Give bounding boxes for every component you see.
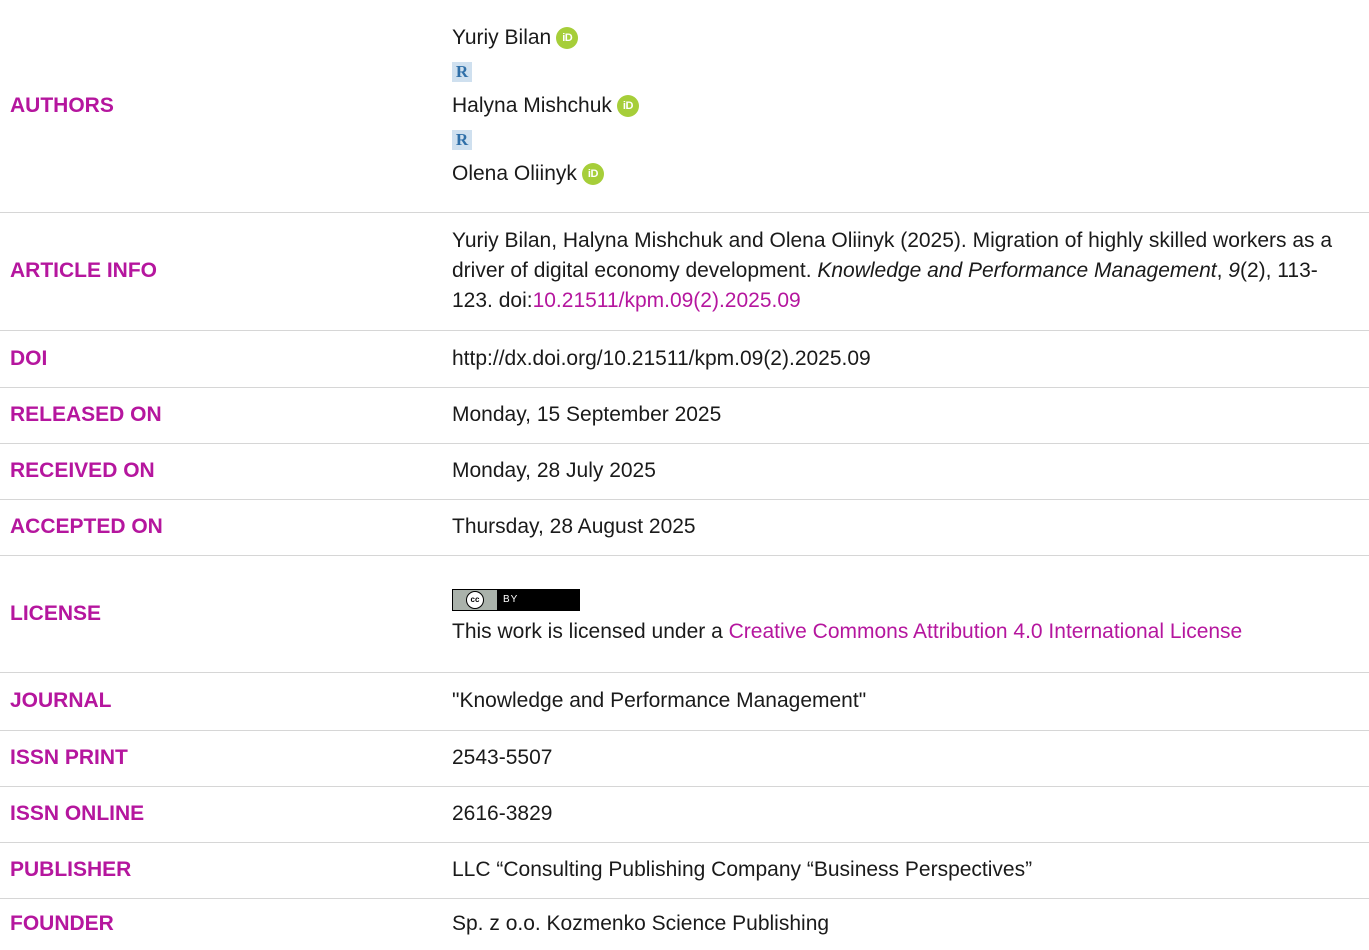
released-label: RELEASED ON — [0, 387, 441, 444]
founder-value: Sp. z o.o. Kozmenko Science Publishing — [452, 912, 830, 936]
cc-badge-left: cc — [453, 589, 497, 610]
received-row: RECEIVED ON Monday, 28 July 2025 — [0, 443, 1369, 500]
released-value: Monday, 15 September 2025 — [441, 387, 1369, 444]
author-name[interactable]: Halyna Mishchuk — [452, 91, 612, 121]
author-researchgate: R — [452, 123, 1339, 157]
license-text-prefix: This work is licensed under a — [452, 619, 729, 643]
author-item: Yuriy Bilan iD — [452, 21, 1339, 55]
article-citation: Yuriy Bilan, Halyna Mishchuk and Olena O… — [441, 212, 1369, 331]
issn-online-row: ISSN ONLINE 2616-3829 — [0, 786, 1369, 843]
citation-journal: Knowledge and Performance Management — [817, 259, 1217, 282]
issn-online-label: ISSN ONLINE — [0, 786, 441, 843]
journal-row: JOURNAL "Knowledge and Performance Manag… — [0, 672, 1369, 731]
license-link[interactable]: Creative Commons Attribution 4.0 Interna… — [729, 620, 1243, 643]
authors-list: Yuriy Bilan iD R Halyna Mishchuk iD R Ol… — [441, 0, 1369, 213]
license-row: LICENSE cc BY This work is licensed unde… — [0, 555, 1369, 673]
doi-label: DOI — [0, 330, 441, 388]
issn-online-value: 2616-3829 — [441, 786, 1369, 843]
authors-label: AUTHORS — [0, 0, 441, 213]
article-info-row: ARTICLE INFO Yuriy Bilan, Halyna Mishchu… — [0, 212, 1369, 331]
received-value: Monday, 28 July 2025 — [441, 443, 1369, 500]
publisher-label: PUBLISHER — [0, 842, 441, 899]
article-info-table: AUTHORS Yuriy Bilan iD R Halyna Mishchuk… — [0, 0, 1369, 950]
cc-badge-right: BY — [503, 593, 519, 605]
publisher-row: PUBLISHER LLC “Consulting Publishing Com… — [0, 842, 1369, 899]
license-value: cc BY This work is licensed under a Crea… — [441, 555, 1369, 673]
citation-doi-link[interactable]: 10.21511/kpm.09(2).2025.09 — [533, 289, 801, 312]
journal-label: JOURNAL — [0, 672, 441, 731]
orcid-icon[interactable]: iD — [556, 26, 579, 49]
author-researchgate: R — [452, 55, 1339, 89]
journal-value: "Knowledge and Performance Management" — [441, 672, 1369, 731]
citation-volume: 9 — [1228, 259, 1240, 282]
authors-row: AUTHORS Yuriy Bilan iD R Halyna Mishchuk… — [0, 0, 1369, 213]
publisher-value: LLC “Consulting Publishing Company “Busi… — [441, 842, 1369, 899]
researchgate-icon[interactable]: R — [452, 61, 472, 82]
article-info-label: ARTICLE INFO — [0, 212, 441, 331]
cc-by-badge-icon[interactable]: cc BY — [452, 588, 580, 611]
released-row: RELEASED ON Monday, 15 September 2025 — [0, 387, 1369, 444]
issn-print-row: ISSN PRINT 2543-5507 — [0, 730, 1369, 787]
author-name[interactable]: Yuriy Bilan — [452, 23, 551, 53]
doi-value: http://dx.doi.org/10.21511/kpm.09(2).202… — [441, 330, 1369, 388]
doi-row: DOI http://dx.doi.org/10.21511/kpm.09(2)… — [0, 330, 1369, 388]
citation-comma: , — [1216, 259, 1229, 282]
author-item: Halyna Mishchuk iD — [452, 89, 1339, 123]
license-text: This work is licensed under a Creative C… — [452, 617, 1339, 647]
founder-row: FOUNDER Sp. z o.o. Kozmenko Science Publ… — [0, 898, 1369, 950]
orcid-icon[interactable]: iD — [616, 94, 639, 117]
founder-label: FOUNDER — [10, 912, 114, 936]
researchgate-icon[interactable]: R — [452, 129, 472, 150]
received-label: RECEIVED ON — [0, 443, 441, 500]
issn-print-value: 2543-5507 — [441, 730, 1369, 787]
issn-print-label: ISSN PRINT — [0, 730, 441, 787]
accepted-label: ACCEPTED ON — [0, 499, 441, 556]
license-label: LICENSE — [0, 555, 441, 673]
accepted-value: Thursday, 28 August 2025 — [441, 499, 1369, 556]
cc-circle-icon: cc — [466, 590, 484, 609]
author-name[interactable]: Olena Oliinyk — [452, 159, 577, 189]
orcid-icon[interactable]: iD — [581, 162, 604, 185]
accepted-row: ACCEPTED ON Thursday, 28 August 2025 — [0, 499, 1369, 556]
author-item: Olena Oliinyk iD — [452, 157, 1339, 191]
